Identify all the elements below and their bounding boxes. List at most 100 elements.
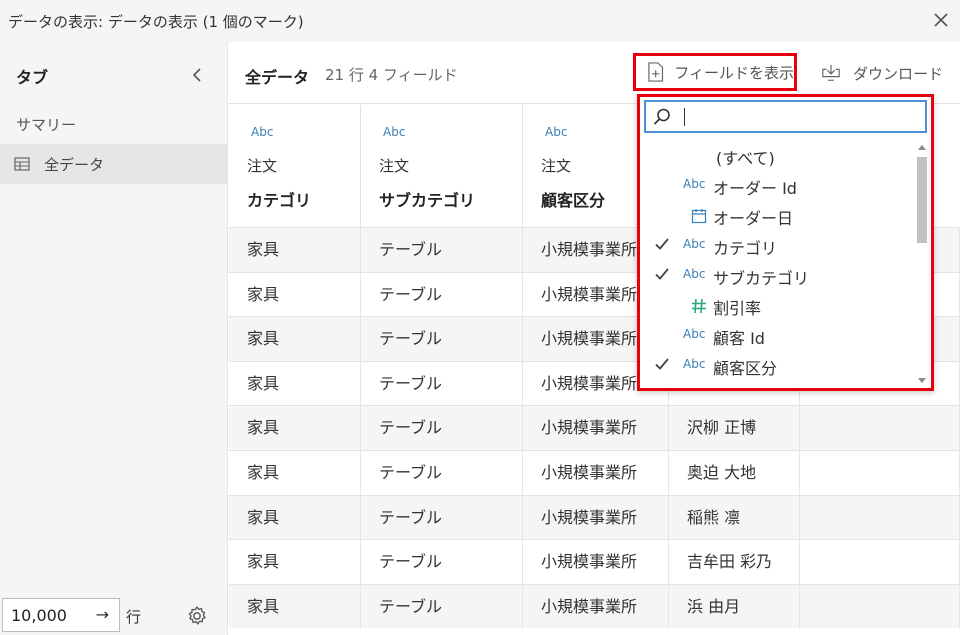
table-cell[interactable]: 浜 由月 — [669, 584, 800, 629]
sidebar-item-label: 全データ — [44, 155, 105, 174]
field-option-label: 顧客区分 — [713, 359, 778, 378]
table-cell[interactable]: 小規模事業所 — [523, 540, 669, 585]
field-option-label: (すべて) — [716, 149, 775, 168]
field-option-all[interactable]: (すべて) — [640, 141, 914, 171]
scroll-down-arrow[interactable] — [918, 378, 926, 383]
field-option-label: 割引率 — [713, 299, 762, 318]
column-name: サブカテゴリ — [379, 191, 476, 210]
field-option-label: オーダー Id — [713, 179, 797, 198]
calendar-icon — [691, 209, 707, 224]
number-type-icon — [692, 298, 706, 314]
column-header[interactable]: Abc 注文 カテゴリ — [229, 105, 361, 227]
rows-limit-bar: 10,000 → 行 — [0, 594, 228, 635]
table-cell[interactable]: テーブル — [361, 406, 523, 451]
table-cell[interactable]: 家具 — [229, 584, 361, 629]
download-icon — [822, 64, 840, 81]
table-cell[interactable]: 家具 — [229, 540, 361, 585]
page-title: 全データ — [245, 68, 310, 87]
rows-limit-input[interactable]: 10,000 → — [2, 598, 120, 632]
text-caret — [684, 108, 685, 126]
table-cell[interactable]: テーブル — [361, 317, 523, 362]
data-summary: 21 行 4 フィールド — [325, 66, 458, 84]
table-cell[interactable] — [800, 540, 960, 585]
table-cell[interactable] — [800, 406, 960, 451]
table-cell[interactable]: テーブル — [361, 361, 523, 406]
table-row[interactable]: 家具 テーブル 小規模事業所 吉牟田 彩乃 — [229, 539, 960, 585]
close-icon[interactable] — [930, 9, 952, 31]
table-row[interactable]: 家具 テーブル 小規模事業所浜 由月 — [229, 583, 960, 629]
column-name: 顧客区分 — [541, 191, 606, 210]
table-cell[interactable]: 小規模事業所 — [523, 406, 669, 451]
sidebar: タブ サマリー 全データ 10,000 → 行 — [0, 42, 228, 635]
table-cell[interactable]: テーブル — [361, 495, 523, 540]
checkmark-icon — [655, 238, 669, 250]
field-search-input[interactable] — [644, 100, 927, 133]
table-cell[interactable]: 吉牟田 彩乃 — [669, 540, 800, 585]
table-cell[interactable]: 家具 — [229, 451, 361, 495]
table-cell[interactable] — [800, 495, 960, 540]
rows-label: 行 — [126, 608, 142, 626]
field-option[interactable]: Abc 顧客区分 — [640, 351, 914, 381]
column-source: 注文 — [247, 157, 278, 175]
scrollbar-thumb[interactable] — [917, 157, 927, 243]
field-list: (すべて) Abc オーダー Id オーダー日 Abc カテゴリ Abc サブカテゴリ 割引率 A… — [640, 141, 914, 387]
string-type-icon: Abc — [683, 357, 706, 371]
field-option-label: サブカテゴリ — [713, 269, 810, 288]
column-header[interactable]: Abc 注文 サブカテゴリ — [361, 105, 523, 227]
table-cell[interactable]: テーブル — [361, 228, 523, 272]
string-type-icon: Abc — [683, 237, 706, 251]
rows-limit-value: 10,000 — [11, 605, 67, 625]
table-icon — [14, 157, 30, 171]
table-cell[interactable] — [800, 451, 960, 495]
table-cell[interactable]: 稲熊 凛 — [669, 495, 800, 540]
apply-arrow-icon[interactable]: → — [96, 605, 109, 624]
field-option[interactable]: Abc サブカテゴリ — [640, 261, 914, 291]
string-type-icon: Abc — [251, 125, 274, 139]
table-cell[interactable]: 沢柳 正博 — [669, 406, 800, 451]
download-button[interactable]: ダウンロード — [813, 56, 943, 90]
show-fields-button[interactable]: フィールドを表示 — [633, 53, 797, 91]
table-cell[interactable]: 家具 — [229, 495, 361, 540]
column-source: 注文 — [541, 157, 572, 175]
sidebar-item-summary[interactable]: サマリー — [16, 114, 76, 135]
table-cell[interactable]: 小規模事業所 — [523, 451, 669, 495]
sidebar-item-all-data[interactable]: 全データ — [0, 144, 228, 184]
field-option[interactable]: Abc オーダー Id — [640, 171, 914, 201]
table-cell[interactable]: テーブル — [361, 451, 523, 495]
gear-icon[interactable] — [186, 605, 208, 627]
table-row[interactable]: 家具 テーブル 小規模事業所 沢柳 正博 — [229, 405, 960, 451]
table-cell[interactable]: テーブル — [361, 540, 523, 585]
table-cell[interactable]: 奥迫 大地 — [669, 451, 800, 495]
field-option-label: 顧客 Id — [713, 329, 765, 348]
string-type-icon: Abc — [683, 177, 706, 191]
table-row[interactable]: 家具 テーブル 小規模事業所 奥迫 大地 — [229, 450, 960, 495]
table-row[interactable]: 家具 テーブル 小規模事業所 稲熊 凛 — [229, 494, 960, 540]
search-icon — [653, 108, 670, 125]
sidebar-title: タブ — [16, 68, 49, 87]
string-type-icon: Abc — [683, 327, 706, 341]
table-cell[interactable]: 家具 — [229, 406, 361, 451]
field-option[interactable]: Abc カテゴリ — [640, 231, 914, 261]
table-cell[interactable] — [800, 584, 960, 629]
table-cell[interactable]: 家具 — [229, 228, 361, 272]
field-option[interactable]: 割引率 — [640, 291, 914, 321]
checkmark-icon — [655, 358, 669, 370]
table-cell[interactable]: 小規模事業所 — [523, 495, 669, 540]
table-cell[interactable]: テーブル — [361, 584, 523, 629]
show-fields-label: フィールドを表示 — [674, 63, 794, 82]
table-cell[interactable]: 家具 — [229, 317, 361, 362]
field-dropdown: (すべて) Abc オーダー Id オーダー日 Abc カテゴリ Abc サブカテゴリ 割引率 A… — [637, 94, 934, 391]
field-option[interactable]: Abc 顧客 Id — [640, 321, 914, 351]
table-cell[interactable]: 家具 — [229, 272, 361, 317]
checkmark-icon — [655, 268, 669, 280]
field-option[interactable]: オーダー日 — [640, 201, 914, 231]
scroll-up-arrow[interactable] — [918, 145, 926, 150]
table-cell[interactable]: 小規模事業所 — [523, 584, 669, 629]
field-list-scrollbar[interactable] — [915, 141, 929, 387]
table-cell[interactable]: 家具 — [229, 361, 361, 406]
window-title: データの表示: データの表示 (1 個のマーク) — [8, 13, 304, 31]
table-cell[interactable]: テーブル — [361, 272, 523, 317]
field-option-label: オーダー日 — [713, 209, 794, 228]
string-type-icon: Abc — [683, 267, 706, 281]
chevron-left-icon[interactable] — [186, 64, 208, 86]
